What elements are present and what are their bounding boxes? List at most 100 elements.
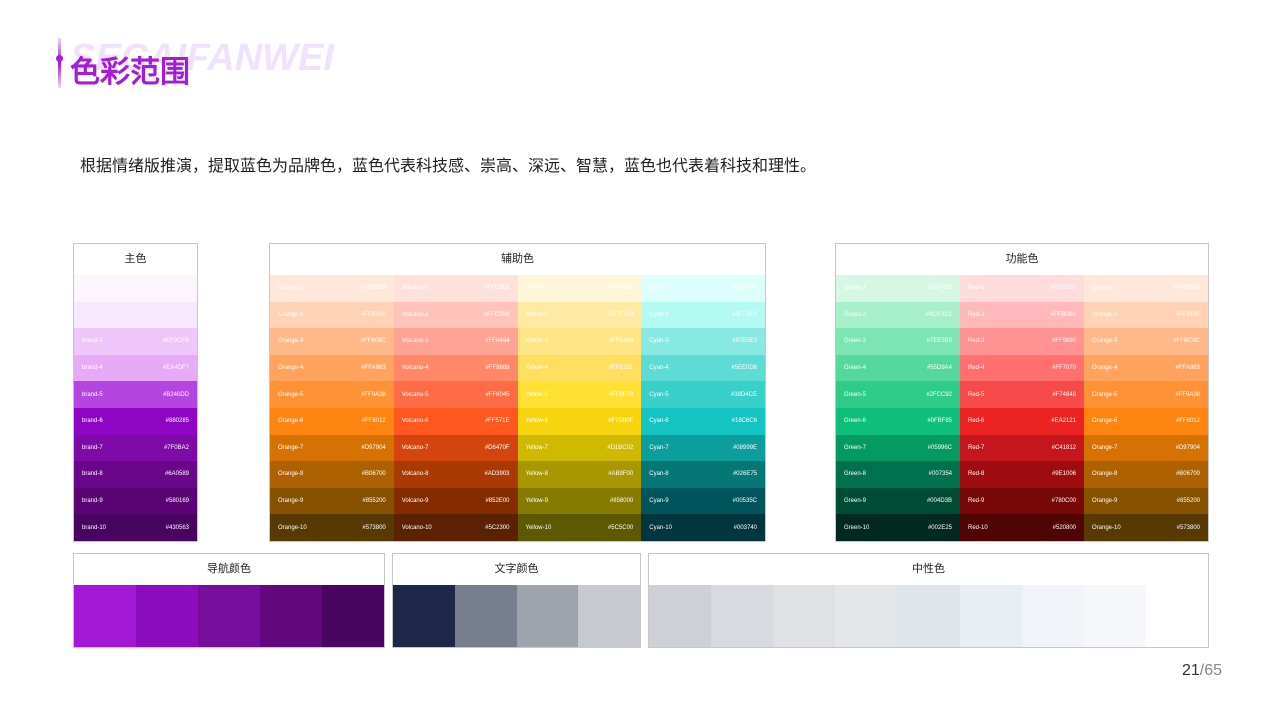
- color-swatch: brand-3 #EF0CFB: [74, 328, 197, 355]
- swatch-label: Orange-2: [278, 311, 304, 318]
- color-swatch: [578, 585, 640, 647]
- color-swatch: Yellow-7 #D1BC02: [517, 434, 642, 462]
- swatch-label: Cyan-7: [649, 444, 669, 451]
- swatch-hex: #F7E5FC: [163, 311, 189, 318]
- color-swatch: Red-3 #FF9896: [960, 328, 1084, 355]
- color-swatch: Orange-9 #855200: [1084, 487, 1208, 515]
- color-swatch: [454, 585, 517, 647]
- swatch-hex: #5C5C00: [607, 524, 634, 531]
- nav-colors-strip: [74, 585, 384, 647]
- swatch-hex: #FF571E: [484, 418, 510, 425]
- color-swatch: Cyan-6 #18C6C6: [641, 407, 765, 435]
- swatch-label: Green-6: [844, 418, 867, 425]
- swatch-label: Volcano-3: [401, 338, 429, 345]
- swatch-label: Cyan-4: [649, 365, 669, 372]
- swatch-label: Orange-4: [1092, 365, 1118, 372]
- color-swatch: Orange-3 #FF808C: [270, 328, 394, 355]
- color-swatch: Orange-1 #FFE8D5: [270, 275, 394, 302]
- color-swatch: Cyan-7 #08999E: [641, 434, 765, 462]
- swatch-hex: #007354: [928, 471, 952, 478]
- color-swatch: Orange-9 #855200: [270, 487, 394, 515]
- swatch-label: brand-9: [82, 498, 103, 505]
- swatch-label: Green-4: [844, 365, 867, 372]
- color-swatch: Cyan-4 #5EE0D8: [641, 354, 765, 382]
- swatch-hex: #FF8185: [1175, 311, 1200, 318]
- color-swatch: [835, 585, 898, 647]
- color-swatch: Red-6 #EA2121: [960, 407, 1084, 435]
- swatch-hex: #FF9A38: [1175, 391, 1200, 398]
- color-swatch: Green-10 #002E25: [836, 514, 960, 541]
- main-colors-panel: 主色 brand-1 #FCF5FE brand-2 #F7E5FC brand-3 #E…: [73, 243, 198, 542]
- swatch-hex: #7EE5B9: [926, 338, 952, 345]
- swatch-hex: #B240DD: [162, 391, 189, 398]
- color-column: Red-1 #FFE0E0 Red-2 #FFB0B0 Red-3 #FF9896 Red-…: [960, 275, 1084, 541]
- swatch-label: Yellow-9: [525, 498, 548, 505]
- swatch-label: Yellow-4: [525, 365, 548, 372]
- color-swatch: [897, 585, 960, 647]
- swatch-hex: #EA2121: [1051, 418, 1076, 425]
- color-swatch: Orange-5 #FF9A38: [270, 381, 394, 408]
- swatch-hex: #FF808C: [360, 338, 386, 345]
- swatch-label: Orange-9: [278, 498, 304, 505]
- swatch-label: Orange-1: [278, 285, 304, 292]
- main-colors-grid: brand-1 #FCF5FE brand-2 #F7E5FC brand-3 #EF0C…: [74, 275, 197, 541]
- swatch-hex: #FFE8D8: [1174, 285, 1200, 292]
- swatch-label: Cyan-9: [649, 498, 669, 505]
- swatch-hex: #002E25: [927, 524, 952, 531]
- swatch-hex: #026E75: [732, 471, 757, 478]
- neutral-colors-title: 中性色: [912, 563, 945, 575]
- func-colors-title: 功能色: [1005, 253, 1039, 265]
- color-swatch: Orange-8 #B06700: [270, 461, 394, 488]
- color-swatch: Volcano-1 #FFE8E8: [393, 275, 518, 302]
- swatch-hex: #D97904: [1175, 444, 1200, 451]
- color-swatch: Volcano-2 #FFC0B8: [393, 301, 518, 329]
- swatch-label: Green-7: [844, 444, 867, 451]
- swatch-hex: #FFE484: [608, 338, 634, 345]
- aux-colors-panel: 辅助色 Orange-1 #FFE8D5 Orange-2 #FFB185 Orange…: [269, 243, 766, 542]
- color-swatch: Green-8 #007354: [836, 461, 960, 488]
- swatch-label: Green-8: [844, 471, 867, 478]
- swatch-hex: #05996C: [927, 444, 952, 451]
- title-accent-bar: [58, 38, 61, 88]
- swatch-hex: #FFE0E0: [1050, 285, 1076, 292]
- swatch-hex: #FFE7A0: [607, 311, 634, 318]
- swatch-hex: #780C00: [1051, 498, 1076, 505]
- color-swatch: Volcano-6 #FF571E: [393, 407, 518, 435]
- color-swatch: Cyan-5 #39D4CE: [641, 381, 765, 408]
- swatch-hex: #7F0BA2: [163, 444, 189, 451]
- swatch-hex: #FFA494: [485, 338, 510, 345]
- color-swatch: Yellow-1 #FFF8E0: [517, 275, 642, 302]
- swatch-label: Green-2: [844, 311, 867, 318]
- swatch-label: Volcano-4: [401, 365, 429, 372]
- swatch-hex: #EF0CFB: [162, 338, 189, 345]
- color-swatch: Orange-8 #B06700: [1084, 461, 1208, 488]
- color-swatch: Yellow-3 #FFE484: [517, 328, 642, 355]
- swatch-hex: #FFA963: [1175, 365, 1200, 372]
- swatch-hex: #430563: [165, 524, 189, 531]
- color-column: Orange-1 #FFE8D5 Orange-2 #FFB185 Orange-3 #F…: [270, 275, 394, 541]
- intro-text: 根据情绪版推演，提取蓝色为品牌色，蓝色代表科技感、崇高、深远、智慧，蓝色也代表着…: [80, 158, 817, 175]
- swatch-label: Orange-1: [1092, 285, 1118, 292]
- swatch-label: Yellow-1: [525, 285, 548, 292]
- swatch-label: Red-10: [968, 524, 988, 531]
- swatch-hex: #520800: [1052, 524, 1076, 531]
- color-swatch: Orange-6 #FF8012: [1084, 407, 1208, 435]
- swatch-hex: #18C6C6: [731, 418, 757, 425]
- color-swatch: Red-1 #FFE0E0: [960, 275, 1084, 302]
- swatch-label: brand-1: [82, 285, 103, 292]
- swatch-hex: #D97904: [361, 444, 386, 451]
- color-swatch: Green-2 #ACF2D1: [836, 301, 960, 329]
- color-swatch: Volcano-4 #FF8668: [393, 354, 518, 382]
- swatch-hex: #855200: [362, 498, 386, 505]
- swatch-label: Yellow-7: [525, 444, 548, 451]
- swatch-label: brand-10: [82, 524, 107, 531]
- swatch-hex: #FF9A38: [361, 391, 386, 398]
- swatch-hex: #FF9896: [1051, 338, 1076, 345]
- swatch-label: brand-4: [82, 365, 103, 372]
- color-swatch: [136, 585, 198, 647]
- color-column: Volcano-1 #FFE8E8 Volcano-2 #FFC0B8 Volcano-…: [393, 275, 518, 541]
- swatch-label: Orange-5: [278, 391, 304, 398]
- color-swatch: Green-3 #7EE5B9: [836, 328, 960, 355]
- color-swatch: Yellow-5 #FF0F00: [517, 381, 642, 408]
- color-swatch: Orange-7 #D97904: [1084, 434, 1208, 462]
